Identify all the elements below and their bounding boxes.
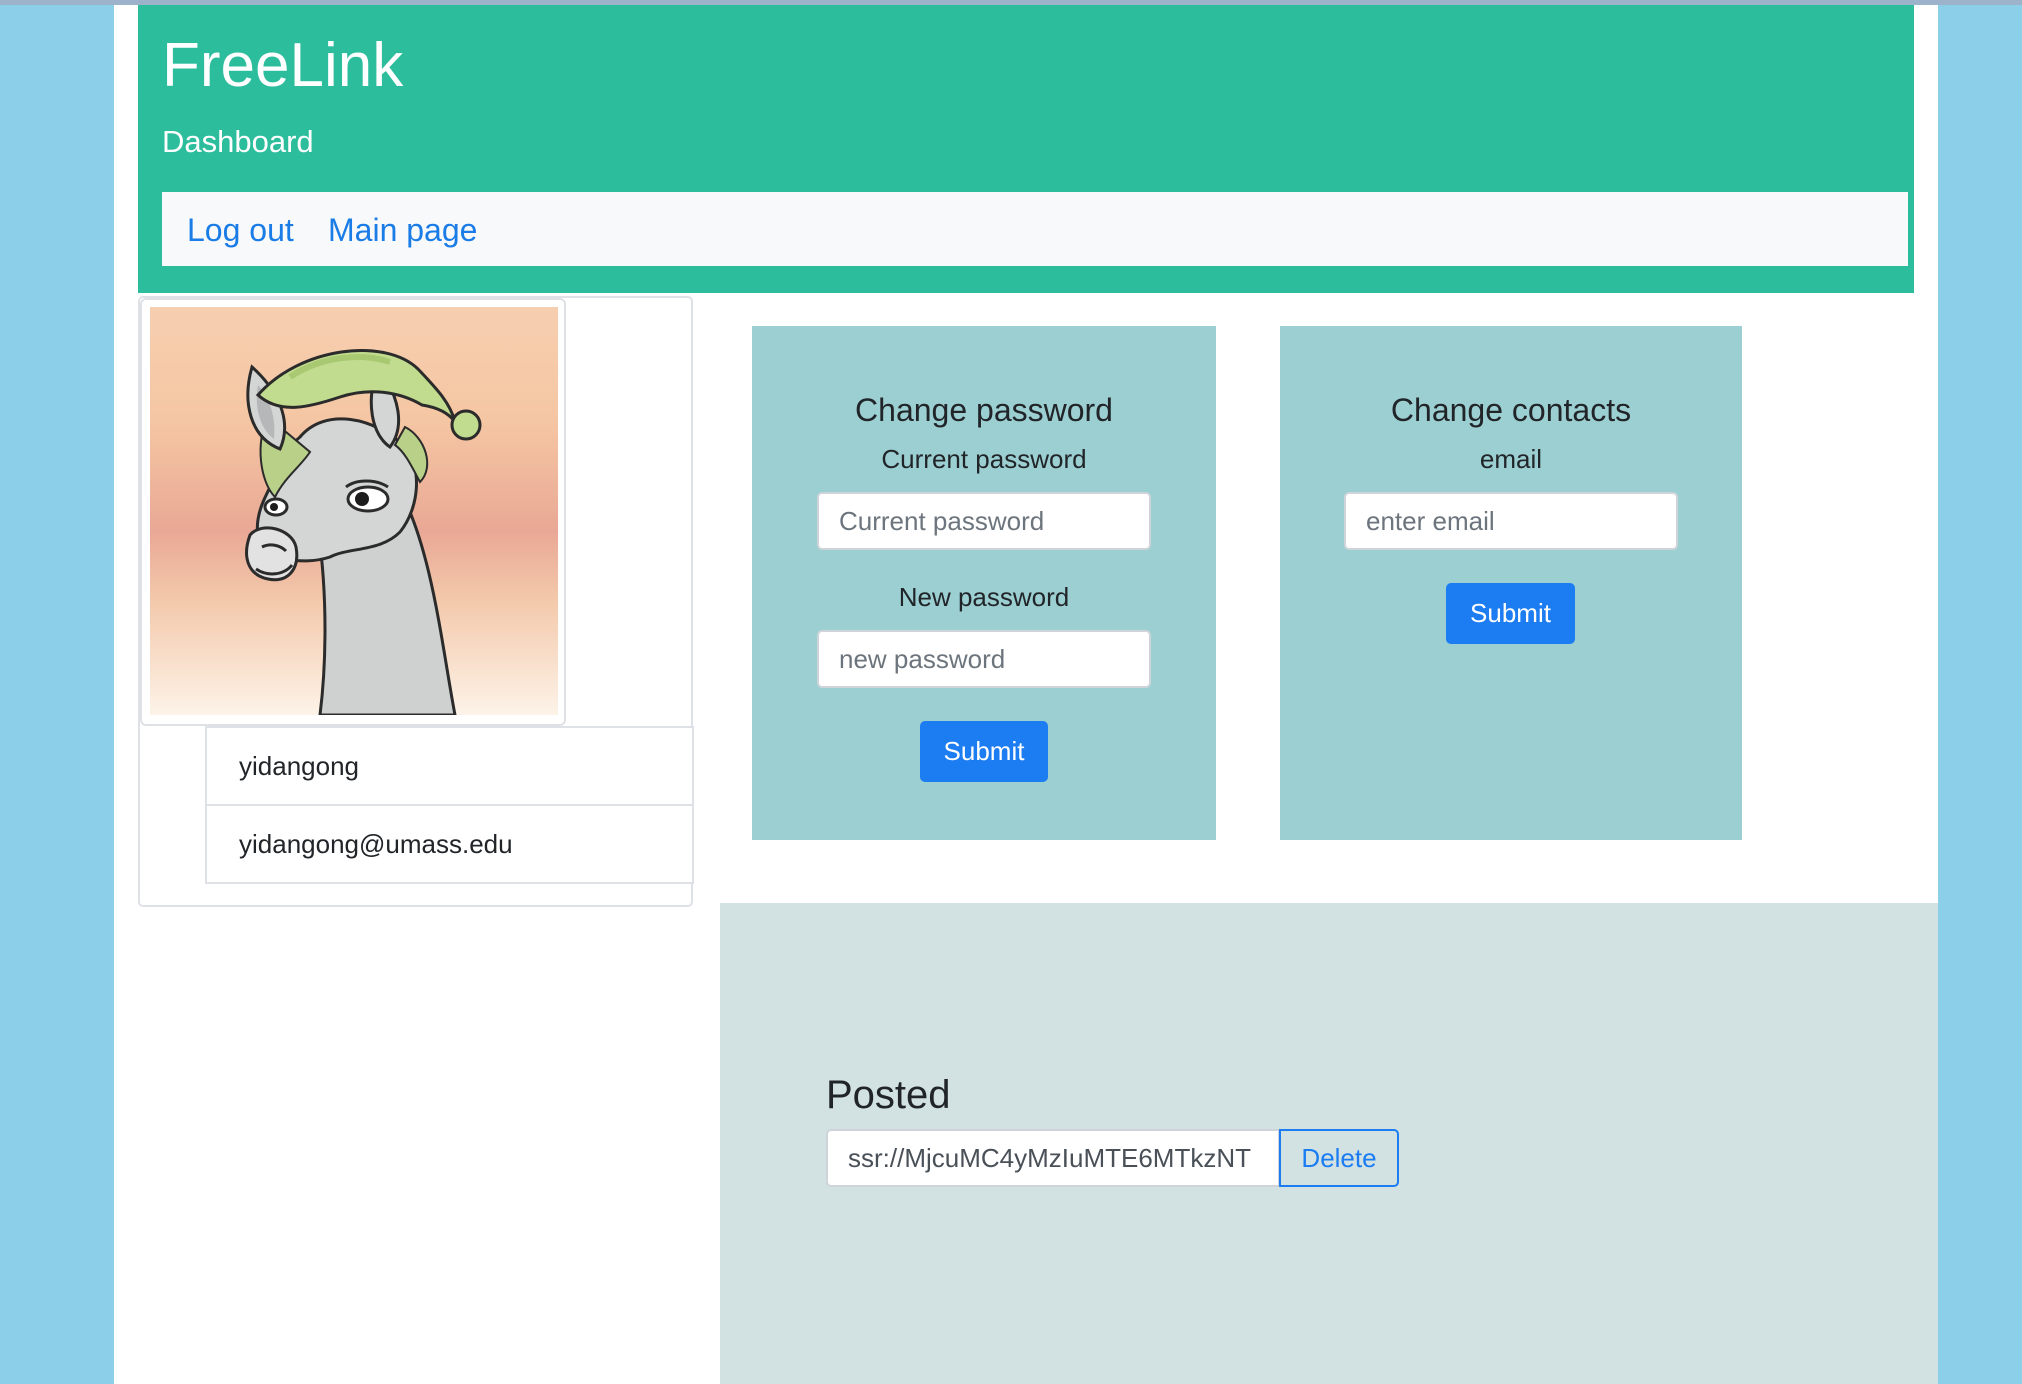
posted-link-input[interactable] [826, 1129, 1280, 1187]
page-subtitle: Dashboard [162, 124, 314, 159]
main-page-link[interactable]: Main page [328, 214, 477, 246]
page-container: FreeLink Dashboard Log out Main page yid… [114, 5, 1938, 1384]
posted-title: Posted [826, 1073, 951, 1117]
profile-username: yidangong [205, 726, 694, 806]
current-password-label: Current password [881, 444, 1087, 474]
email-input[interactable] [1344, 492, 1678, 550]
page-header: FreeLink Dashboard Log out Main page [138, 5, 1914, 293]
password-submit-button[interactable]: Submit [920, 721, 1048, 782]
avatar-frame [140, 298, 566, 726]
llama-avatar-icon [150, 307, 558, 715]
current-password-input[interactable] [817, 492, 1151, 550]
email-label: email [1479, 444, 1543, 474]
delete-button[interactable]: Delete [1279, 1129, 1399, 1187]
change-contacts-panel: Change contacts email Submit [1280, 326, 1742, 840]
new-password-input[interactable] [817, 630, 1151, 688]
profile-email: yidangong@umass.edu [205, 804, 694, 884]
change-password-panel: Change password Current password New pas… [752, 326, 1216, 840]
navbar: Log out Main page [162, 192, 1908, 266]
profile-card: yidangong yidangong@umass.edu [138, 296, 694, 907]
change-password-title: Change password [855, 392, 1113, 428]
posted-section: Posted Delete [720, 903, 1938, 1384]
brand-title: FreeLink [162, 31, 404, 100]
contacts-submit-button[interactable]: Submit [1446, 583, 1575, 644]
logout-link[interactable]: Log out [187, 214, 294, 246]
new-password-label: New password [898, 582, 1070, 612]
change-contacts-title: Change contacts [1390, 392, 1632, 428]
